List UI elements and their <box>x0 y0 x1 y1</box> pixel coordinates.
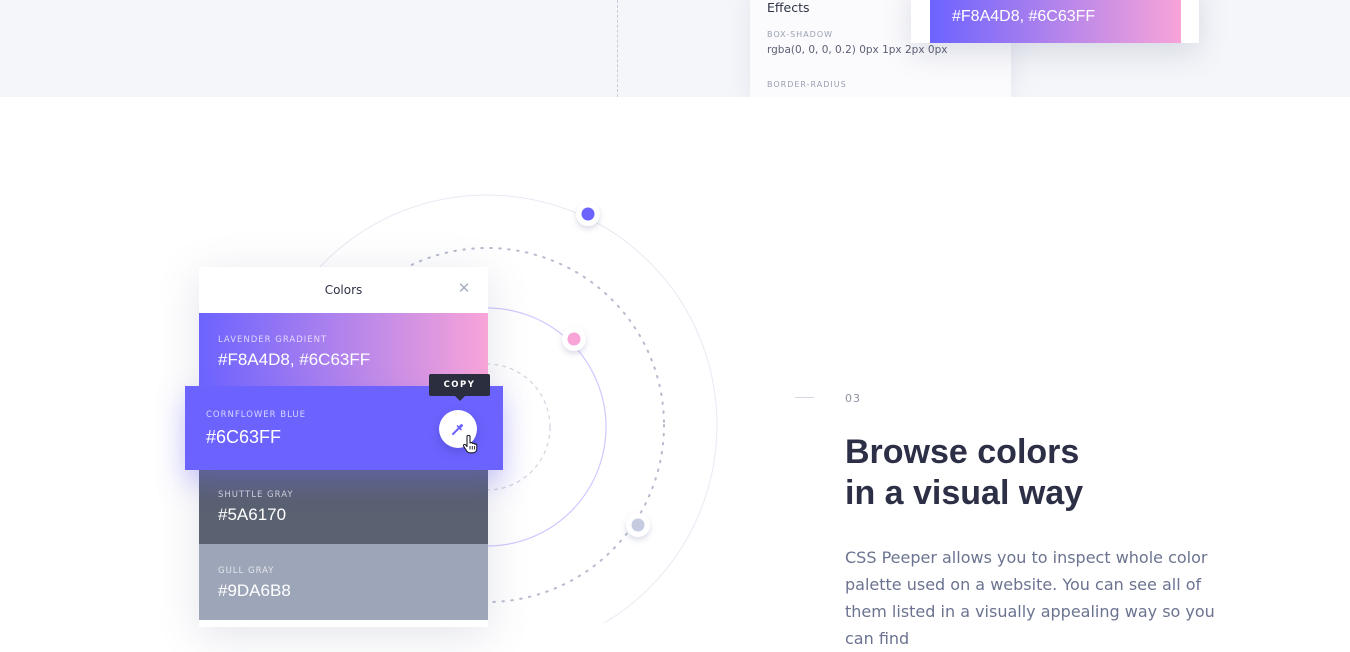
color-name: SHUTTLE GRAY <box>218 490 294 500</box>
orbit-dot-accent <box>576 202 600 226</box>
color-value: #6C63FF <box>206 427 282 447</box>
colors-panel-header: Colors ✕ <box>199 267 488 313</box>
effects-title: Effects <box>767 0 810 15</box>
colors-panel-title: Colors <box>324 283 363 297</box>
color-name: GULL GRAY <box>218 566 275 576</box>
feature-headline: Browse colors in a visual way <box>845 432 1265 514</box>
color-value: #9DA6B8 <box>218 581 291 600</box>
color-name: LAVENDER GRADIENT <box>218 335 328 345</box>
headline-line-2: in a visual way <box>845 474 1084 512</box>
feature-description: CSS Peeper allows you to inspect whole c… <box>845 548 1215 648</box>
color-name: CORNFLOWER BLUE <box>206 410 307 420</box>
dashed-guide-line <box>617 0 618 97</box>
border-radius-label: BORDER-RADIUS <box>767 80 847 89</box>
color-row-gull-gray[interactable]: GULL GRAY #9DA6B8 <box>199 544 488 620</box>
copy-tooltip-label: COPY <box>443 380 476 390</box>
box-shadow-label: BOX-SHADOW <box>767 30 834 39</box>
headline-line-1: Browse colors <box>845 433 1080 471</box>
color-value: #F8A4D8, #6C63FF <box>218 350 371 369</box>
color-value: #5A6170 <box>218 505 287 524</box>
hand-pointer-icon <box>462 434 478 454</box>
color-row-shuttle-gray[interactable]: SHUTTLE GRAY #5A6170 <box>199 468 488 544</box>
step-divider <box>795 397 814 398</box>
gradient-value: #F8A4D8, #6C63FF <box>952 8 1096 25</box>
top-section: Effects BOX-SHADOW rgba(0, 0, 0, 0.2) 0p… <box>0 0 1350 97</box>
copy-tooltip: COPY <box>429 374 490 401</box>
box-shadow-value: rgba(0, 0, 0, 0.2) 0px 1px 2px 0px <box>767 44 948 56</box>
step-number: 03 <box>845 392 861 405</box>
gradient-swatch[interactable]: #F8A4D8, #6C63FF <box>930 0 1181 43</box>
orbit-dot-pink <box>562 327 586 351</box>
gradient-preview-card: #F8A4D8, #6C63FF <box>911 0 1199 43</box>
close-icon[interactable]: ✕ <box>457 281 471 296</box>
orbit-dot-gray <box>626 513 650 537</box>
